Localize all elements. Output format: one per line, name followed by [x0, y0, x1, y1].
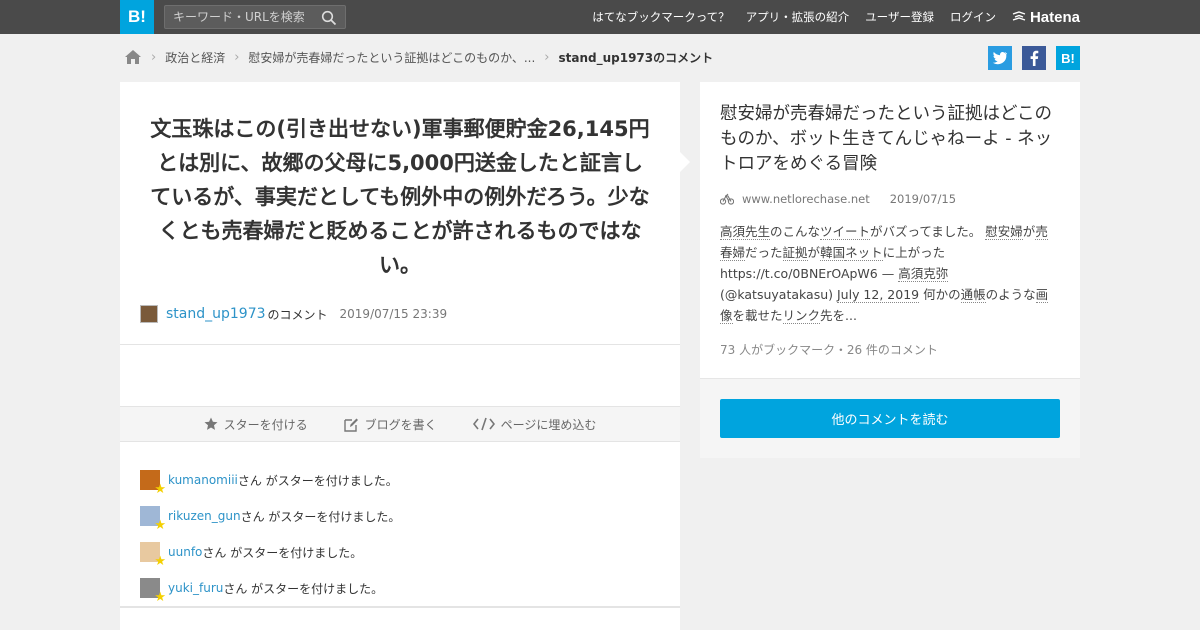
article-meta: www.netlorechase.net 2019/07/15 — [720, 192, 956, 206]
star-user-link[interactable]: kumanomiii — [168, 473, 238, 487]
facebook-icon — [1030, 50, 1039, 66]
keyword-link[interactable]: 通帳 — [960, 287, 986, 303]
star-icon: ★ — [154, 590, 166, 605]
list-item: ★ yuki_furu さん がスターを付けました。 — [140, 570, 400, 606]
chevron-right-icon: › — [544, 49, 550, 65]
bicycle-icon — [720, 193, 734, 205]
keyword-link[interactable]: リンク — [782, 308, 821, 324]
hatena-share-button[interactable]: B! — [1056, 46, 1080, 70]
star-icon: ★ — [154, 482, 166, 497]
comment-user-link[interactable]: stand_up1973 — [166, 306, 266, 322]
avatar[interactable]: ★ — [140, 506, 166, 532]
article-date: 2019/07/15 — [889, 192, 957, 206]
breadcrumb: › 政治と経済 › 慰安婦が売春婦だったという証拠はどこのものか、... › s… — [124, 46, 713, 68]
breadcrumb-current: stand_up1973のコメント — [558, 50, 714, 65]
comment-text: 文玉珠はこの(引き出せない)軍事郵便貯金26,145円とは別に、故郷の父母に5,… — [150, 117, 650, 277]
nav-register[interactable]: ユーザー登録 — [865, 9, 934, 25]
comment-meta: stand_up1973 のコメント 2019/07/15 23:39 — [140, 305, 447, 323]
write-blog-button[interactable]: ブログを書く — [343, 416, 437, 433]
keyword-link[interactable]: July 12, 2019 — [836, 287, 920, 303]
search-box[interactable] — [164, 5, 346, 29]
article-title-link[interactable]: 慰安婦が売春婦だったという証拠はどこのものか、ボット生きてんじゃねーよ - ネッ… — [720, 102, 1065, 177]
list-item: ★ rikuzen_gun さん がスターを付けました。 — [140, 498, 400, 534]
comment-date[interactable]: 2019/07/15 23:39 — [340, 307, 448, 321]
star-icon: ★ — [154, 518, 166, 533]
hatena-brand[interactable]: Hatena — [1012, 9, 1080, 26]
panel-pointer — [680, 152, 690, 172]
top-bar: B! はてなブックマークって？ アプリ・拡張の紹介 ユーザー登録 ログイン Ha… — [0, 0, 1200, 34]
search-input[interactable] — [173, 9, 318, 25]
star-text: さん がスターを付けました。 — [223, 581, 384, 596]
header-nav: はてなブックマークって？ アプリ・拡張の紹介 ユーザー登録 ログイン Haten… — [576, 0, 1080, 34]
star-user-link[interactable]: yuki_furu — [168, 581, 223, 595]
comment-actions: スターを付ける ブログを書く ページに埋め込む — [120, 406, 680, 442]
embed-button[interactable]: ページに埋め込む — [472, 416, 597, 433]
star-icon: ★ — [154, 554, 166, 569]
keyword-link[interactable]: 慰安婦 — [985, 224, 1023, 240]
star-user-link[interactable]: uunfo — [168, 545, 202, 559]
description-text: のこんな — [770, 224, 821, 239]
write-blog-label: ブログを書く — [364, 417, 437, 432]
star-icon — [204, 417, 218, 430]
avatar[interactable] — [140, 305, 158, 323]
description-text: 何かの — [919, 287, 961, 302]
star-user-link[interactable]: rikuzen_gun — [168, 509, 241, 523]
star-text: さん がスターを付けました。 — [202, 545, 363, 560]
divider — [120, 606, 680, 608]
star-text: さん がスターを付けました。 — [240, 509, 401, 524]
article-footer: 他のコメントを読む — [700, 378, 1080, 458]
list-item: ★ kumanomiii さん がスターを付けました。 — [140, 462, 400, 498]
breadcrumb-category[interactable]: 政治と経済 — [165, 49, 225, 66]
description-text: のような — [985, 287, 1036, 302]
keyword-link[interactable]: ネット — [845, 245, 883, 261]
description-text: (@katsuyatakasu) — [720, 287, 837, 302]
code-icon — [472, 417, 495, 431]
edit-icon — [343, 418, 358, 432]
keyword-link[interactable]: 証拠 — [782, 245, 808, 261]
description-text: だった — [745, 245, 783, 260]
avatar[interactable]: ★ — [140, 578, 166, 604]
read-other-comments-button[interactable]: 他のコメントを読む — [720, 399, 1060, 438]
keyword-link[interactable]: ツイート — [820, 224, 871, 240]
description-text: 先を... — [820, 308, 857, 323]
facebook-share-button[interactable] — [1022, 46, 1046, 70]
embed-label: ページに埋め込む — [500, 417, 597, 432]
description-text: が — [807, 245, 821, 260]
hatena-mark-icon — [1012, 11, 1026, 21]
search-icon[interactable] — [321, 10, 337, 26]
divider — [120, 344, 680, 345]
star-list: ★ kumanomiii さん がスターを付けました。 ★ rikuzen_gu… — [140, 462, 400, 606]
hatena-bookmark-logo[interactable]: B! — [120, 0, 154, 34]
chevron-right-icon: › — [234, 49, 240, 65]
keyword-link[interactable]: 高須先生 — [720, 224, 771, 240]
chevron-right-icon: › — [151, 49, 157, 65]
home-icon[interactable] — [124, 49, 142, 65]
add-star-label: スターを付ける — [223, 417, 308, 432]
list-item: ★ uunfo さん がスターを付けました。 — [140, 534, 400, 570]
nav-about[interactable]: はてなブックマークって？ — [592, 9, 729, 25]
article-domain[interactable]: www.netlorechase.net — [742, 192, 870, 206]
description-text: を載せた — [732, 308, 783, 323]
twitter-icon — [992, 52, 1007, 65]
nav-apps[interactable]: アプリ・拡張の紹介 — [746, 9, 850, 25]
description-text: が — [1022, 224, 1036, 239]
description-text: がバズってました。 — [870, 224, 986, 239]
comment-user-suffix: のコメント — [267, 307, 328, 322]
star-text: さん がスターを付けました。 — [237, 473, 398, 488]
article-description: 高須先生のこんなツイートがバズってました。 慰安婦が売春婦だった証拠が韓国ネット… — [720, 221, 1060, 326]
breadcrumb-article[interactable]: 慰安婦が売春婦だったという証拠はどこのものか、... — [248, 49, 535, 66]
hatena-brand-label: Hatena — [1029, 8, 1080, 26]
nav-login[interactable]: ログイン — [950, 9, 996, 25]
keyword-link[interactable]: 韓国 — [820, 245, 846, 261]
avatar[interactable]: ★ — [140, 470, 166, 496]
avatar[interactable]: ★ — [140, 542, 166, 568]
share-buttons: B! — [978, 46, 1080, 70]
keyword-link[interactable]: 高須克弥 — [898, 266, 949, 282]
bookmark-count[interactable]: 73 人がブックマーク・26 件のコメント — [720, 341, 938, 358]
article-panel: 慰安婦が売春婦だったという証拠はどこのものか、ボット生きてんじゃねーよ - ネッ… — [700, 82, 1080, 458]
twitter-share-button[interactable] — [988, 46, 1012, 70]
add-star-button[interactable]: スターを付ける — [204, 416, 308, 433]
comment-panel: 文玉珠はこの(引き出せない)軍事郵便貯金26,145円とは別に、故郷の父母に5,… — [120, 82, 680, 630]
